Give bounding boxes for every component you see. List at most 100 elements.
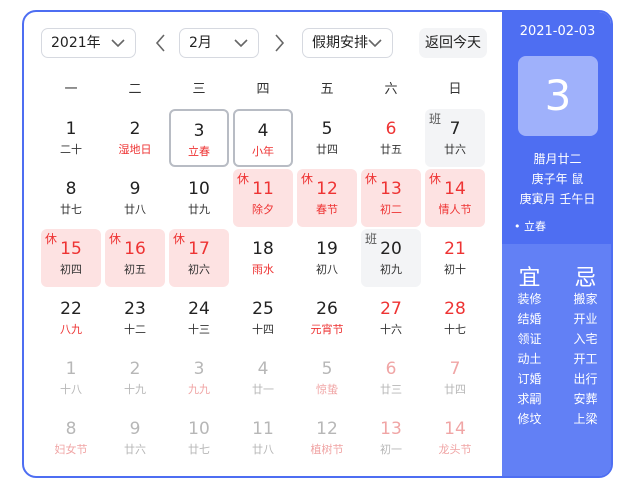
lunar-label: 小年 xyxy=(252,145,274,158)
day-cell[interactable]: 1 十八 xyxy=(41,349,101,407)
weekday-label: 四 xyxy=(256,82,270,97)
lunar-label: 惊蛰 xyxy=(316,383,338,396)
day-number: 9 xyxy=(129,179,141,199)
ji-item: 出行 xyxy=(573,372,598,386)
day-cell[interactable]: 6 廿五 xyxy=(361,109,421,167)
month-select[interactable]: 2月 xyxy=(179,28,259,58)
day-cell[interactable]: 9 廿八 xyxy=(105,169,165,227)
day-number: 17 xyxy=(188,239,210,259)
holiday-schedule-select[interactable]: 假期安排 xyxy=(302,28,393,58)
day-number: 26 xyxy=(316,299,338,319)
day-number: 13 xyxy=(380,419,402,439)
day-cell[interactable]: 休 15 初四 xyxy=(41,229,101,287)
lunar-label: 初十 xyxy=(444,263,466,276)
year-select-value: 2021年 xyxy=(51,35,101,51)
lunar-label: 十二 xyxy=(124,323,146,336)
back-to-today-button[interactable]: 返回今天 xyxy=(419,28,487,58)
lunar-label: 春节 xyxy=(316,203,338,216)
day-cell[interactable]: 27 十六 xyxy=(361,289,421,347)
lunar-label: 除夕 xyxy=(252,203,274,216)
day-cell[interactable]: 休 16 初五 xyxy=(105,229,165,287)
day-cell[interactable]: 4 小年 xyxy=(233,109,293,167)
day-cell[interactable]: 3 九九 xyxy=(169,349,229,407)
ji-item: 上梁 xyxy=(573,412,598,426)
chevron-down-icon xyxy=(368,39,382,48)
day-number: 10 xyxy=(188,179,210,199)
day-cell[interactable]: 休 11 除夕 xyxy=(233,169,293,227)
day-cell[interactable]: 14 龙头节 xyxy=(425,409,485,467)
day-cell[interactable]: 23 十二 xyxy=(105,289,165,347)
weekday-label: 三 xyxy=(192,82,206,97)
lunar-label: 雨水 xyxy=(252,263,274,276)
next-month-arrow-icon[interactable] xyxy=(269,30,289,56)
chevron-down-icon xyxy=(111,39,125,48)
lunar-label: 廿七 xyxy=(188,443,210,456)
prev-month-arrow-icon[interactable] xyxy=(151,30,171,56)
day-number: 11 xyxy=(252,179,274,199)
day-cell[interactable]: 6 廿三 xyxy=(361,349,421,407)
day-cell[interactable]: 8 廿七 xyxy=(41,169,101,227)
day-cell[interactable]: 22 八九 xyxy=(41,289,101,347)
day-number: 3 xyxy=(193,359,205,379)
day-cell[interactable]: 8 妇女节 xyxy=(41,409,101,467)
day-cell[interactable]: 24 十三 xyxy=(169,289,229,347)
day-number: 16 xyxy=(124,239,146,259)
day-cell[interactable]: 3 立春 xyxy=(169,109,229,167)
yi-item: 动土 xyxy=(517,352,542,366)
ganzhi-month-day: 庚寅月 壬午日 xyxy=(519,192,596,206)
day-cell[interactable]: 9 廿六 xyxy=(105,409,165,467)
day-number: 8 xyxy=(65,419,77,439)
day-number: 21 xyxy=(444,239,466,259)
lunar-label: 廿六 xyxy=(124,443,146,456)
day-cell[interactable]: 18 雨水 xyxy=(233,229,293,287)
day-cell[interactable]: 休 14 情人节 xyxy=(425,169,485,227)
day-cell[interactable]: 班 7 廿六 xyxy=(425,109,485,167)
day-cell[interactable]: 2 湿地日 xyxy=(105,109,165,167)
day-cell[interactable]: 休 12 春节 xyxy=(297,169,357,227)
yi-item: 求嗣 xyxy=(517,392,542,406)
day-cell[interactable]: 11 廿八 xyxy=(233,409,293,467)
day-cell[interactable]: 1 二十 xyxy=(41,109,101,167)
weekday-label: 六 xyxy=(384,82,398,97)
lunar-label: 初一 xyxy=(380,443,402,456)
yi-item: 领证 xyxy=(517,332,542,346)
lunar-label: 十四 xyxy=(252,323,274,336)
ji-item: 开工 xyxy=(573,352,598,366)
month-select-value: 2月 xyxy=(189,35,212,51)
day-cell[interactable]: 10 廿九 xyxy=(169,169,229,227)
day-number: 14 xyxy=(444,179,466,199)
year-select[interactable]: 2021年 xyxy=(41,28,136,58)
lunar-label: 八九 xyxy=(60,323,82,336)
day-cell[interactable]: 25 十四 xyxy=(233,289,293,347)
day-cell[interactable]: 4 廿一 xyxy=(233,349,293,407)
day-cell[interactable]: 12 植树节 xyxy=(297,409,357,467)
lunar-label: 情人节 xyxy=(438,203,472,216)
yi-heading: 宜 xyxy=(518,266,541,291)
day-cell[interactable]: 休 13 初二 xyxy=(361,169,421,227)
day-cell[interactable]: 10 廿七 xyxy=(169,409,229,467)
day-cell[interactable]: 19 初八 xyxy=(297,229,357,287)
lunar-label: 廿六 xyxy=(444,143,466,156)
day-cell[interactable]: 21 初十 xyxy=(425,229,485,287)
day-number: 15 xyxy=(60,239,82,259)
weekday-label: 一 xyxy=(64,82,78,97)
lunar-label: 廿九 xyxy=(188,203,210,216)
lunar-label: 十九 xyxy=(124,383,146,396)
day-cell[interactable]: 5 惊蛰 xyxy=(297,349,357,407)
day-cell[interactable]: 班 20 初九 xyxy=(361,229,421,287)
lunar-label: 廿四 xyxy=(316,143,338,156)
lunar-label: 植树节 xyxy=(310,443,344,456)
day-cell[interactable]: 26 元宵节 xyxy=(297,289,357,347)
day-cell[interactable]: 5 廿四 xyxy=(297,109,357,167)
lunar-label: 廿八 xyxy=(124,203,146,216)
day-number: 2 xyxy=(129,359,141,379)
day-cell[interactable]: 13 初一 xyxy=(361,409,421,467)
day-cell[interactable]: 2 十九 xyxy=(105,349,165,407)
lunar-label: 十七 xyxy=(444,323,466,336)
lunar-label: 廿三 xyxy=(380,383,402,396)
day-cell[interactable]: 28 十七 xyxy=(425,289,485,347)
day-number: 7 xyxy=(449,359,461,379)
day-cell[interactable]: 7 廿四 xyxy=(425,349,485,407)
day-cell[interactable]: 休 17 初六 xyxy=(169,229,229,287)
lunar-label: 二十 xyxy=(60,143,82,156)
